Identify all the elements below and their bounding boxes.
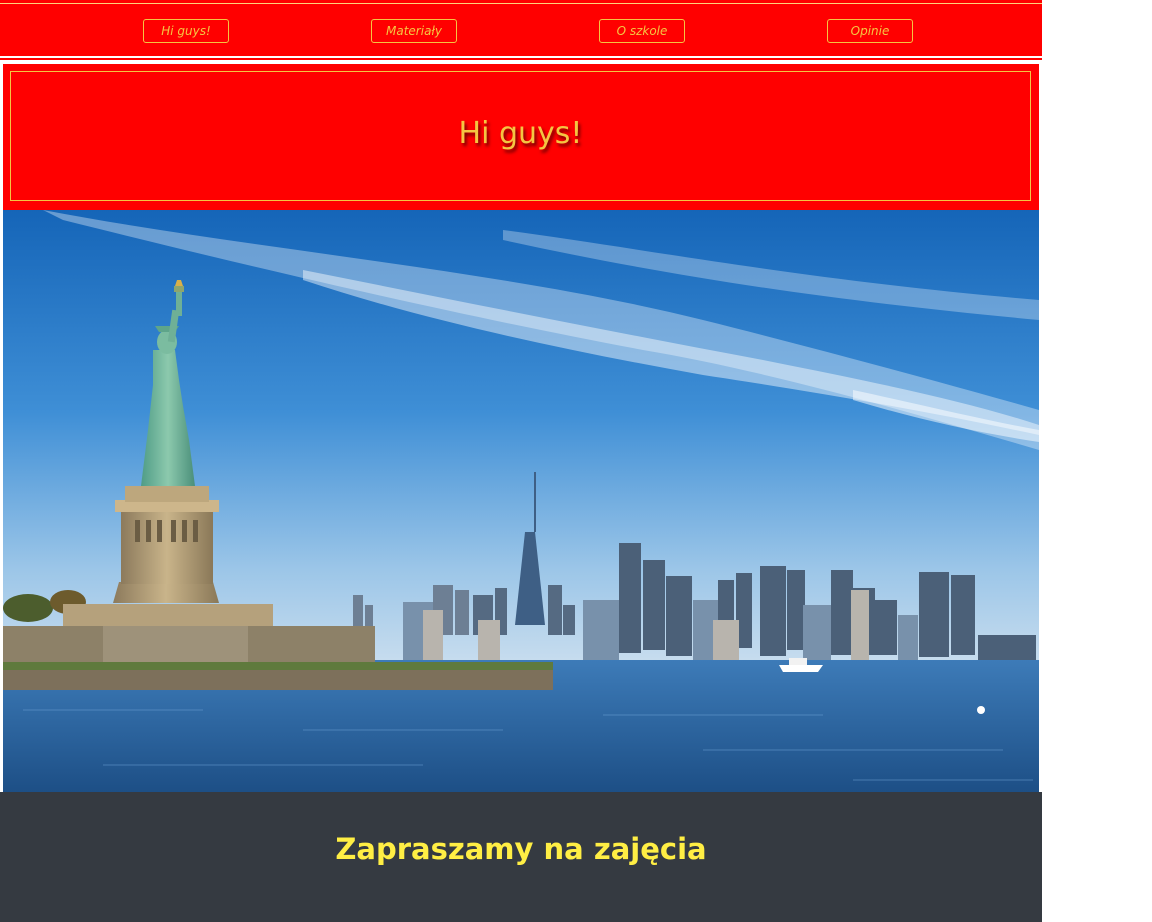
top-navigation-bar: Hi guys! Materiały O szkole Opinie xyxy=(0,0,1042,60)
statue-of-liberty-skyline-photo xyxy=(3,210,1039,792)
nav-button-hi-guys[interactable]: Hi guys! xyxy=(143,19,229,43)
header-frame: Hi guys! xyxy=(10,71,1031,201)
page-footer: Zapraszamy na zajęcia xyxy=(0,792,1042,922)
nav-button-materialy[interactable]: Materiały xyxy=(371,19,457,43)
footer-heading: Zapraszamy na zajęcia xyxy=(335,832,707,866)
page-title: Hi guys! xyxy=(458,116,583,151)
nav-bottom-divider xyxy=(0,56,1042,58)
nav-button-o-szkole[interactable]: O szkole xyxy=(599,19,685,43)
nav-button-opinie[interactable]: Opinie xyxy=(827,19,913,43)
page-header: Hi guys! xyxy=(3,64,1039,210)
hero-image xyxy=(3,210,1039,792)
nav-top-divider xyxy=(0,3,1042,4)
